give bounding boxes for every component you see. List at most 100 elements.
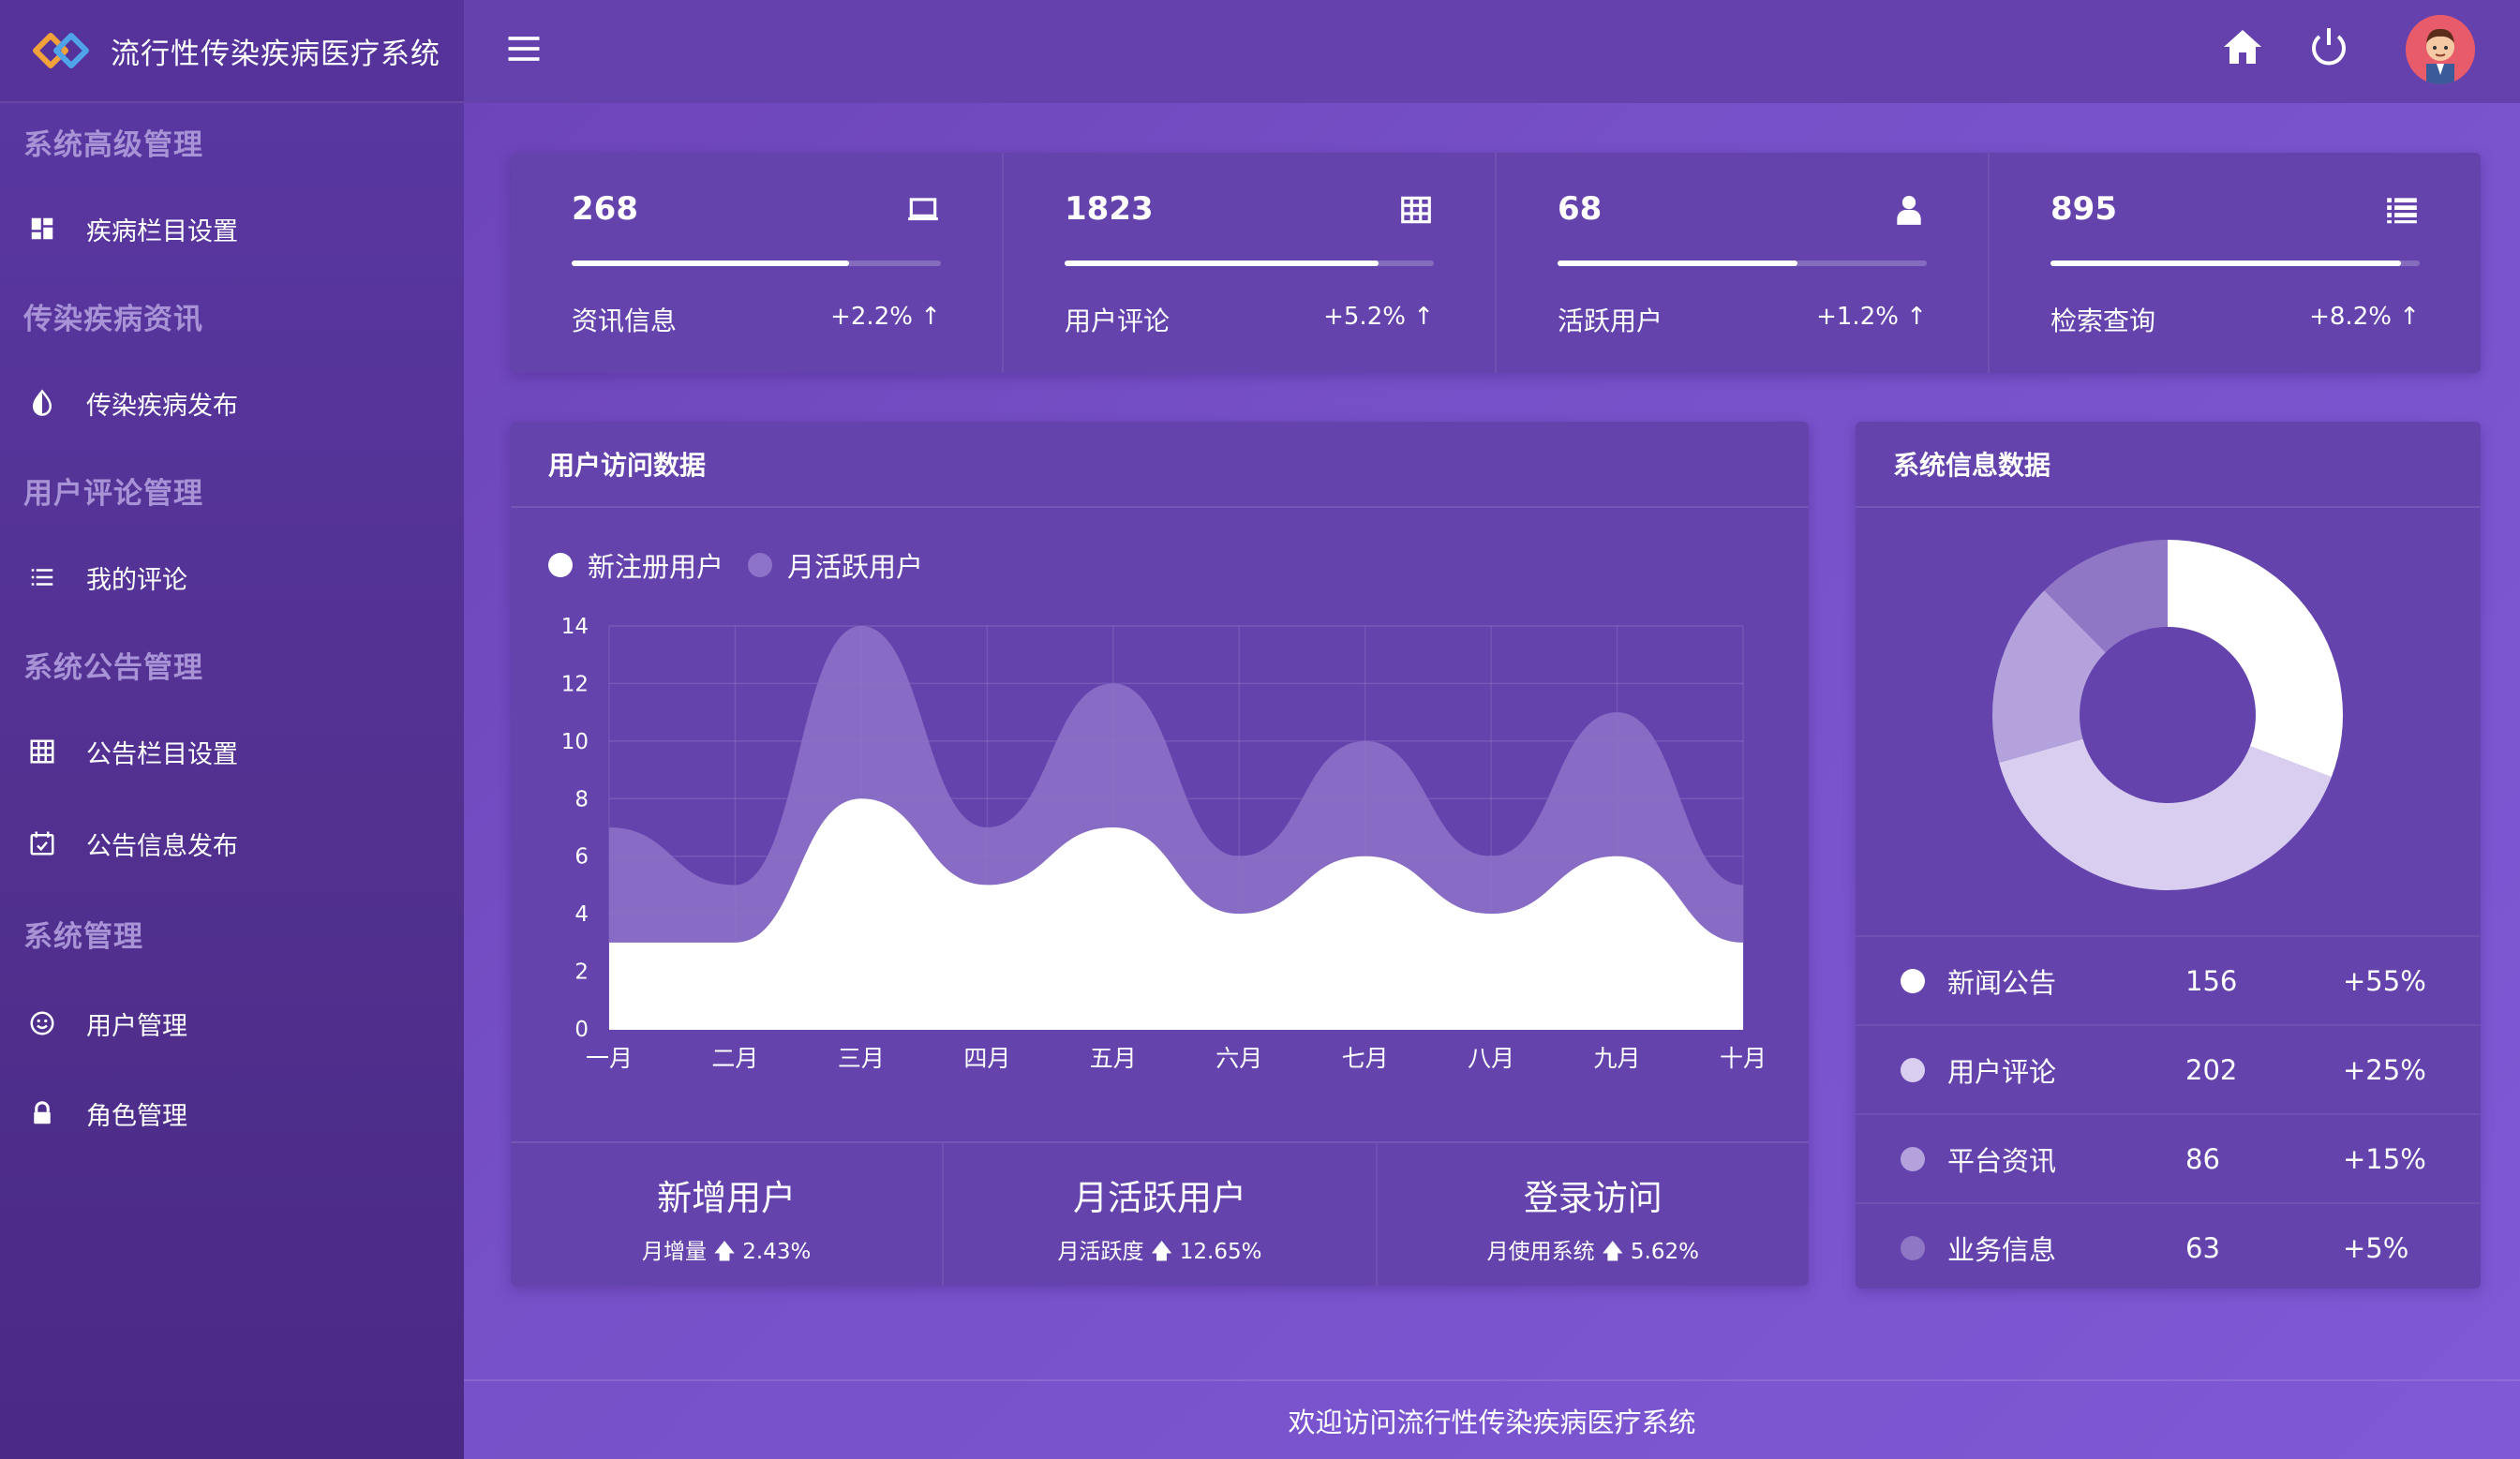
- info-name: 用户评论: [1947, 1055, 2057, 1088]
- info-row-news[interactable]: 新闻公告 156 +55%: [1856, 935, 2481, 1024]
- smile-icon: [26, 1007, 58, 1039]
- stat-progress-fill: [1558, 261, 1798, 266]
- menu-item-disease-column[interactable]: 疾病栏目设置: [0, 180, 464, 277]
- info-row-comments[interactable]: 用户评论 202 +25%: [1856, 1024, 2481, 1113]
- info-pct: +15%: [2343, 1142, 2426, 1175]
- stat-progress: [2050, 261, 2420, 266]
- footer: 欢迎访问流行性传染疾病医疗系统: [464, 1379, 2520, 1459]
- legend-item-new-users[interactable]: 新注册用户: [548, 545, 723, 585]
- lock-icon: [26, 1097, 58, 1129]
- avatar[interactable]: [2406, 15, 2475, 84]
- menu-item-label: 公告栏目设置: [86, 739, 238, 769]
- menu-item-disease-publish[interactable]: 传染疾病发布: [0, 354, 464, 452]
- menu-section-news: 传染疾病资讯: [23, 302, 203, 336]
- info-count: 86: [2185, 1142, 2220, 1175]
- menu-section-comments: 用户评论管理: [23, 476, 203, 511]
- x-tick-label: 三月: [838, 1045, 885, 1072]
- legend-label: 月活跃用户: [787, 551, 924, 583]
- x-tick-label: 二月: [711, 1045, 758, 1072]
- y-tick-label: 4: [574, 902, 589, 927]
- summary-title: 月活跃用户: [1072, 1178, 1246, 1218]
- stat-value: 895: [2050, 190, 2117, 228]
- menu-item-notice-column[interactable]: 公告栏目设置: [0, 703, 464, 800]
- donut-slice[interactable]: [1999, 738, 2332, 890]
- stat-label: 资讯信息: [572, 305, 678, 336]
- dashboard-icon: [26, 213, 58, 245]
- stat-value: 268: [572, 190, 638, 228]
- system-info-panel: 系统信息数据 新闻公告 156 +55% 用户评论 202 +25% 平台资讯 …: [1856, 422, 2481, 1288]
- menu-item-role-management[interactable]: 角色管理: [0, 1066, 464, 1160]
- y-tick-label: 12: [561, 672, 589, 696]
- list-icon: [2387, 198, 2417, 224]
- summary-title: 登录访问: [1523, 1178, 1663, 1218]
- x-tick-label: 十月: [1720, 1045, 1767, 1072]
- visit-summary: 新增用户 月增量 🡅 2.43% 月活跃用户 月活跃度 🡅 12.65% 登录访…: [511, 1141, 1809, 1286]
- home-icon[interactable]: [2220, 24, 2265, 69]
- menu-icon[interactable]: [503, 28, 544, 69]
- footer-text: 欢迎访问流行性传染疾病医疗系统: [1288, 1406, 1696, 1438]
- power-icon[interactable]: [2306, 24, 2351, 69]
- menu-section-advanced: 系统高级管理: [23, 127, 203, 162]
- summary-active-users: 月活跃用户 月活跃度 🡅 12.65%: [944, 1143, 1378, 1286]
- stat-progress: [572, 261, 941, 266]
- panel-title: 用户访问数据: [511, 422, 1809, 508]
- info-name: 业务信息: [1947, 1233, 2057, 1266]
- x-tick-label: 六月: [1215, 1045, 1262, 1072]
- info-row-business[interactable]: 业务信息 63 +5%: [1856, 1202, 2481, 1291]
- stat-label: 活跃用户: [1558, 305, 1663, 336]
- stat-change: +5.2% ↑: [1323, 303, 1434, 331]
- area-chart: 0 2 4 6 8 10 12 14 一月 二月 三月 四月 五月 六月 七月 八月 九月 十月: [561, 615, 1767, 1072]
- info-dot: [1901, 1057, 1925, 1082]
- visit-chart-panel: 用户访问数据 新注册用户 月活跃用户 0 2 4 6 8 10 12 14 一月 二月 三月 四月 五月…: [511, 422, 1809, 1286]
- stats-bar: 268 资讯信息 +2.2% ↑ 1823 用户评论 +5.2% ↑ 68 活跃…: [511, 153, 2481, 373]
- user-icon: [1897, 195, 1921, 225]
- stat-label: 用户评论: [1065, 305, 1171, 336]
- info-pct: +5%: [2343, 1231, 2409, 1264]
- info-dot: [1901, 968, 1925, 993]
- menu-item-my-comments[interactable]: 我的评论: [0, 529, 464, 626]
- info-count: 156: [2185, 964, 2238, 997]
- menu-item-user-management[interactable]: 用户管理: [0, 980, 464, 1066]
- y-tick-label: 0: [574, 1018, 589, 1042]
- brand: 流行性传染疾病医疗系统: [0, 0, 464, 103]
- menu-section-system: 系统管理: [23, 919, 143, 954]
- info-list: 新闻公告 156 +55% 用户评论 202 +25% 平台资讯 86 +15%…: [1856, 935, 2481, 1291]
- donut-slice[interactable]: [2168, 540, 2343, 778]
- info-pct: +25%: [2343, 1053, 2426, 1086]
- x-tick-label: 一月: [586, 1045, 633, 1072]
- y-tick-label: 2: [574, 960, 589, 985]
- legend-dot: [548, 553, 573, 577]
- stat-card-news[interactable]: 268 资讯信息 +2.2% ↑: [511, 153, 1004, 373]
- y-tick-label: 6: [574, 845, 589, 870]
- stat-value: 1823: [1065, 190, 1154, 228]
- menu-item-label: 我的评论: [86, 565, 187, 595]
- menu-item-label: 角色管理: [86, 1101, 187, 1131]
- table-icon: [1401, 196, 1431, 224]
- stat-progress-fill: [1065, 261, 1379, 266]
- summary-sub: 月活跃度 🡅 12.65%: [1057, 1240, 1262, 1264]
- info-count: 202: [2185, 1053, 2238, 1086]
- stat-value: 68: [1558, 190, 1603, 228]
- menu-item-notice-publish[interactable]: 公告信息发布: [0, 800, 464, 886]
- summary-new-users: 新增用户 月增量 🡅 2.43%: [511, 1143, 945, 1286]
- legend-item-active-users[interactable]: 月活跃用户: [748, 545, 923, 585]
- info-dot: [1901, 1235, 1925, 1260]
- info-row-platform[interactable]: 平台资讯 86 +15%: [1856, 1113, 2481, 1202]
- stat-progress: [1558, 261, 1927, 266]
- legend-label: 新注册用户: [588, 551, 724, 583]
- stat-progress-fill: [2050, 261, 2402, 266]
- stat-card-search[interactable]: 895 检索查询 +8.2% ↑: [1990, 153, 2481, 373]
- menu-item-label: 公告信息发布: [86, 831, 238, 861]
- laptop-icon: [908, 198, 938, 221]
- grid-icon: [26, 736, 58, 767]
- panel-title: 系统信息数据: [1856, 422, 2481, 508]
- stat-card-comments[interactable]: 1823 用户评论 +5.2% ↑: [1004, 153, 1497, 373]
- info-name: 新闻公告: [1947, 966, 2057, 999]
- summary-sub: 月使用系统 🡅 5.62%: [1486, 1240, 1699, 1264]
- stat-card-active-users[interactable]: 68 活跃用户 +1.2% ↑: [1497, 153, 1990, 373]
- info-name: 平台资讯: [1947, 1144, 2057, 1177]
- x-tick-label: 五月: [1090, 1045, 1137, 1072]
- stat-change: +8.2% ↑: [2309, 303, 2420, 331]
- summary-title: 新增用户: [657, 1178, 797, 1218]
- summary-login-visits: 登录访问 月使用系统 🡅 5.62%: [1378, 1143, 1809, 1286]
